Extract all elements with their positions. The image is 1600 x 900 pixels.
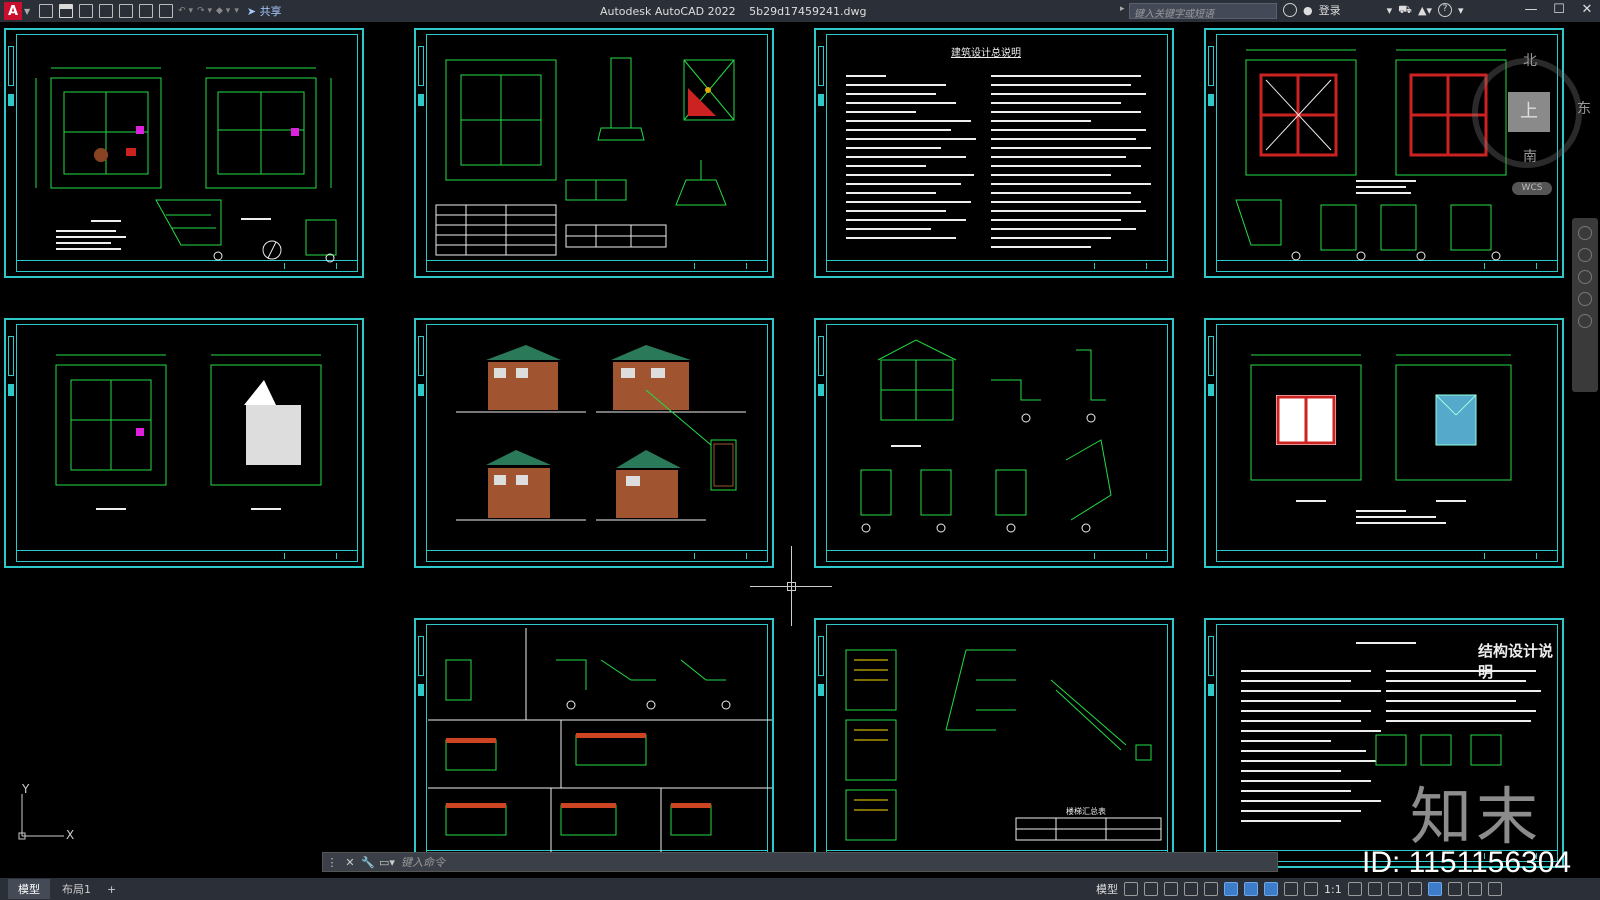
app-name: Autodesk AutoCAD 2022 bbox=[600, 4, 736, 18]
sheet-stair-details[interactable]: 楼梯汇总表 bbox=[814, 618, 1174, 868]
showmotion-icon[interactable] bbox=[1578, 314, 1592, 328]
foundation-drawing bbox=[435, 57, 735, 256]
grid-icon[interactable] bbox=[1124, 882, 1138, 896]
command-input[interactable]: 键入命令 bbox=[401, 854, 445, 870]
autodesk-a360-icon[interactable]: ▲▾ bbox=[1418, 4, 1432, 17]
beam-details-drawing bbox=[428, 628, 772, 852]
share-label: 共享 bbox=[259, 5, 282, 18]
wcs-menu-button[interactable]: WCS bbox=[1512, 182, 1552, 195]
command-customize-icon[interactable]: 🔧 bbox=[361, 856, 375, 869]
file-name: 5b29d17459241.dwg bbox=[749, 4, 867, 18]
new-file-icon[interactable] bbox=[39, 4, 54, 18]
user-icon[interactable]: ● bbox=[1303, 4, 1313, 17]
isodraft-icon[interactable] bbox=[1204, 882, 1218, 896]
sheet-foundation-details[interactable] bbox=[414, 28, 774, 278]
command-line: ⋮ ✕ 🔧 ▭▾ 键入命令 bbox=[322, 852, 1278, 872]
zoom-icon[interactable] bbox=[1578, 270, 1592, 284]
minimize-icon[interactable]: — bbox=[1524, 0, 1538, 20]
workspace-icon[interactable]: ◆ ▾ bbox=[216, 6, 230, 16]
search-input[interactable]: 键入关键字或短语 bbox=[1129, 3, 1277, 20]
tab-model[interactable]: 模型 bbox=[8, 879, 50, 899]
annotation-scale-icon[interactable] bbox=[1304, 882, 1318, 896]
search-icon[interactable] bbox=[1283, 3, 1297, 17]
ucs-x-label: X bbox=[66, 828, 75, 842]
save-as-icon[interactable] bbox=[99, 4, 114, 18]
sheet-floorplans-1[interactable] bbox=[4, 28, 364, 278]
recent-commands-icon[interactable]: ▭▾ bbox=[379, 856, 395, 869]
scale-selector[interactable]: 1:1 bbox=[1324, 883, 1342, 896]
help-icon[interactable]: ? bbox=[1437, 3, 1452, 17]
undo-icon[interactable]: ↶ ▾ bbox=[178, 6, 193, 16]
customize-arrow-icon[interactable]: ▾ bbox=[234, 6, 239, 16]
tab-layout1[interactable]: 布局1 bbox=[52, 879, 101, 899]
viewcube-top-face[interactable]: 上 bbox=[1508, 92, 1550, 132]
save-to-web-icon[interactable] bbox=[139, 4, 154, 18]
window-title: Autodesk AutoCAD 2022 5b29d17459241.dwg bbox=[600, 5, 877, 18]
annotation-visibility-icon[interactable] bbox=[1264, 882, 1278, 896]
steering-wheel-icon[interactable] bbox=[1578, 226, 1592, 240]
snap-icon[interactable] bbox=[1144, 882, 1158, 896]
workspace-gear-icon[interactable] bbox=[1347, 882, 1362, 896]
annotation-monitor-icon[interactable] bbox=[1367, 882, 1382, 896]
clean-screen-icon[interactable] bbox=[1467, 882, 1482, 896]
maximize-icon[interactable]: ☐ bbox=[1552, 0, 1566, 20]
elevations-drawing bbox=[456, 345, 746, 521]
floorplans-1-drawing bbox=[35, 67, 337, 263]
quick-properties-icon[interactable] bbox=[1407, 882, 1422, 896]
viewcube-east-label[interactable]: 东 bbox=[1577, 98, 1591, 118]
sheet-floorplans-2[interactable] bbox=[4, 318, 364, 568]
open-from-web-icon[interactable] bbox=[119, 4, 134, 18]
stair-details-drawing bbox=[845, 649, 1162, 841]
sheet-design-notes[interactable]: 建筑设计总说明 bbox=[814, 28, 1174, 278]
floorplans-2-drawing bbox=[55, 354, 322, 510]
command-close-icon[interactable]: ✕ bbox=[343, 856, 357, 869]
save-icon[interactable] bbox=[79, 4, 94, 18]
sheet-roof-plans[interactable] bbox=[1204, 318, 1564, 568]
units-icon[interactable] bbox=[1387, 882, 1402, 896]
close-icon[interactable]: ✕ bbox=[1580, 0, 1594, 20]
cart-icon[interactable]: ⛟ bbox=[1398, 3, 1412, 18]
login-button[interactable]: 登录 bbox=[1319, 2, 1341, 18]
status-bar: 模型 布局1 + 模型 1:1 bbox=[0, 878, 1600, 900]
roof-plans-drawing bbox=[1250, 354, 1512, 524]
navigation-bar bbox=[1572, 218, 1598, 392]
graphics-performance-icon[interactable] bbox=[1447, 882, 1462, 896]
model-space-canvas[interactable]: 建筑设计总说明 楼梯汇总表 结构设计说明 Y X 北 东 南 上 WCS 知末 … bbox=[0, 22, 1600, 878]
share-button[interactable]: ➤ 共享 bbox=[247, 3, 282, 19]
autocad-logo[interactable]: A bbox=[4, 2, 22, 20]
object-snap-tracking-icon[interactable] bbox=[1224, 882, 1238, 896]
sheet-sections[interactable] bbox=[814, 318, 1174, 568]
customization-menu-icon[interactable] bbox=[1487, 882, 1502, 896]
crosshair-pickbox bbox=[787, 582, 796, 591]
open-folder-icon[interactable] bbox=[59, 4, 74, 18]
viewcube-north-label[interactable]: 北 bbox=[1523, 50, 1537, 70]
model-space-button[interactable]: 模型 bbox=[1096, 881, 1118, 897]
add-layout-button[interactable]: + bbox=[107, 883, 116, 896]
stair-table-title: 楼梯汇总表 bbox=[1066, 807, 1106, 816]
ortho-icon[interactable] bbox=[1164, 882, 1178, 896]
search-expand-icon[interactable]: ▸ bbox=[1120, 4, 1125, 14]
pan-icon[interactable] bbox=[1578, 248, 1592, 262]
object-snap-icon[interactable] bbox=[1244, 882, 1258, 896]
orbit-icon[interactable] bbox=[1578, 292, 1592, 306]
redo-icon[interactable]: ↷ ▾ bbox=[197, 6, 212, 16]
design-notes-text-block bbox=[846, 75, 1151, 248]
command-grip-icon[interactable]: ⋮ bbox=[325, 856, 339, 869]
ucs-y-label: Y bbox=[22, 782, 30, 796]
watermark-logo: 知末 bbox=[1410, 780, 1543, 853]
sheet-elevations[interactable] bbox=[414, 318, 774, 568]
auto-scale-icon[interactable] bbox=[1284, 882, 1298, 896]
viewcube-south-label[interactable]: 南 bbox=[1523, 146, 1537, 166]
title-bar: A ▼ ↶ ▾ ↷ ▾ ◆ ▾ ▾ ➤ 共享 Autodesk AutoCAD … bbox=[0, 0, 1600, 22]
isolate-objects-icon[interactable] bbox=[1427, 882, 1442, 896]
app-menu-arrow-icon[interactable]: ▼ bbox=[24, 7, 30, 16]
sections-drawing bbox=[860, 339, 1112, 533]
account-arrow-icon[interactable]: ▾ bbox=[1387, 4, 1393, 17]
polar-icon[interactable] bbox=[1184, 882, 1198, 896]
ucs-icon[interactable]: Y X bbox=[18, 782, 78, 854]
print-icon[interactable] bbox=[159, 4, 174, 18]
watermark-id: ID: 1151156304 bbox=[1362, 846, 1572, 878]
help-arrow-icon[interactable]: ▾ bbox=[1458, 4, 1464, 17]
sheet-beam-details[interactable] bbox=[414, 618, 774, 868]
